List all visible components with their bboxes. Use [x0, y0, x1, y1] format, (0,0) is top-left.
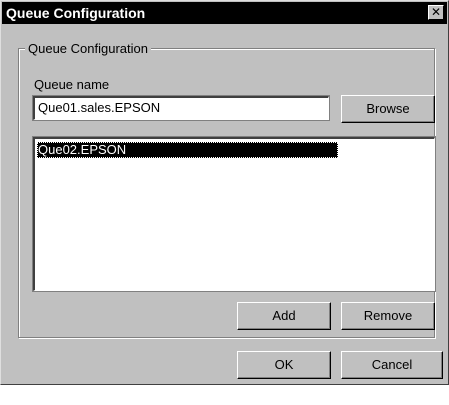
- ok-button[interactable]: OK: [237, 351, 331, 379]
- queue-listbox[interactable]: Que02.EPSON: [32, 136, 436, 292]
- remove-button[interactable]: Remove: [341, 302, 435, 330]
- group-legend: Queue Configuration: [25, 41, 151, 56]
- queue-name-input[interactable]: Que01.sales.EPSON: [32, 95, 330, 121]
- browse-button[interactable]: Browse: [341, 95, 435, 123]
- close-icon: ✕: [430, 5, 442, 19]
- title-bar[interactable]: Queue Configuration ✕: [2, 2, 447, 24]
- cancel-button[interactable]: Cancel: [341, 351, 443, 379]
- add-button[interactable]: Add: [237, 302, 331, 330]
- queue-name-label: Queue name: [34, 77, 110, 92]
- list-item[interactable]: Que02.EPSON: [37, 142, 338, 158]
- queue-configuration-dialog: Queue Configuration ✕ Queue Configuratio…: [0, 0, 449, 385]
- close-button[interactable]: ✕: [428, 5, 444, 20]
- window-title: Queue Configuration: [6, 5, 146, 21]
